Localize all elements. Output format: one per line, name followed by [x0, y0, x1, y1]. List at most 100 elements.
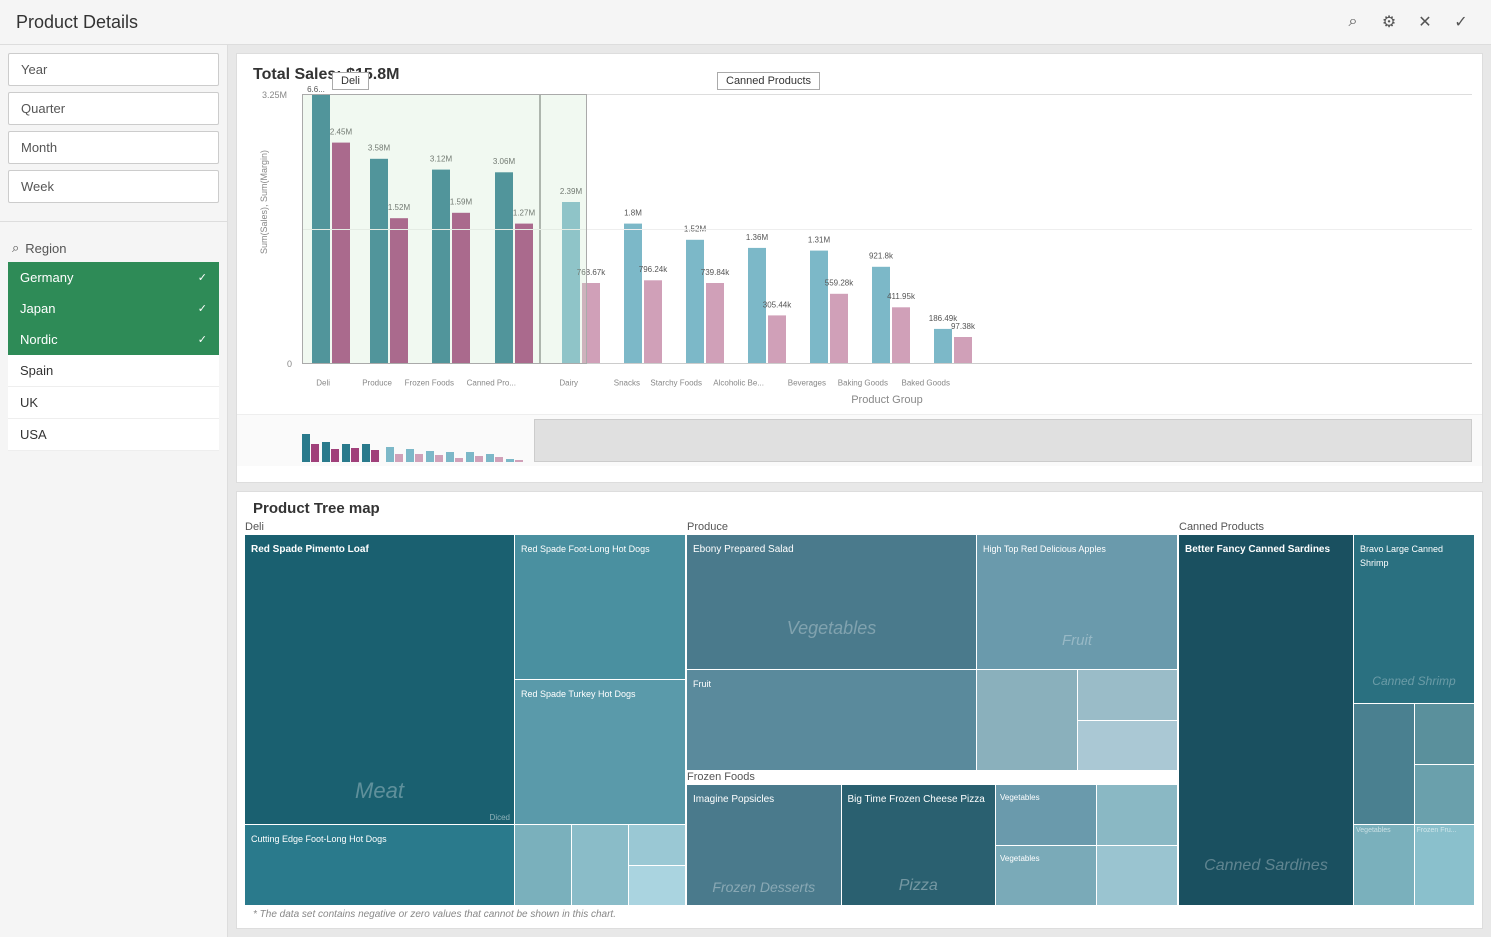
frozen-cell-popsicles[interactable]: Imagine Popsicles Frozen Desserts [687, 785, 841, 905]
mini-group-3 [342, 444, 359, 462]
deli-small-cells [515, 825, 685, 905]
highlight-box-deli [302, 94, 587, 364]
bar-dairy-margin-label: 768.67k [577, 268, 606, 277]
deli-small-2[interactable] [572, 825, 628, 905]
deli-cell-hotdogs2[interactable]: Red Spade Turkey Hot Dogs [515, 680, 685, 824]
deli-left-col: Red Spade Pimento Loaf Meat Diced Cuttin… [245, 535, 514, 905]
canned-cell-sardines[interactable]: Better Fancy Canned Sardines Canned Sard… [1179, 535, 1353, 905]
canned-shrimp-watermark: Canned Shrimp [1372, 674, 1455, 688]
deli-cell-pimento[interactable]: Red Spade Pimento Loaf Meat Diced [245, 535, 514, 824]
produce-content: Ebony Prepared Salad Vegetables Fruit [687, 535, 1177, 905]
checkmark-nordic: ✓ [198, 333, 207, 346]
mini-bar-2s [322, 442, 330, 462]
region-item-uk[interactable]: UK [8, 387, 219, 419]
canned-bottom-1[interactable]: Vegetables [1354, 825, 1414, 905]
produce-cell-salad[interactable]: Ebony Prepared Salad Vegetables [687, 535, 976, 669]
canned-tiny-1[interactable] [1415, 704, 1475, 764]
bar-frozen-margin [452, 213, 470, 364]
bar-produce-sales [370, 159, 388, 364]
x-label-frozen: Frozen Foods [405, 379, 454, 388]
bar-baking-margin-label: 411.95k [887, 292, 916, 301]
region-item-usa[interactable]: USA [8, 419, 219, 451]
bar-baked-sales [934, 329, 952, 364]
bar-beverages-margin-label: 559.28k [825, 279, 854, 288]
mini-group-11 [506, 459, 523, 462]
mini-group-5 [386, 447, 403, 462]
canned-bottom-2[interactable]: Frozen Fru... [1415, 825, 1475, 905]
close-icon[interactable]: ✕ [1411, 8, 1439, 36]
mini-bar-10s [486, 454, 494, 462]
mini-bar-4s [362, 444, 370, 462]
grid-line-top: 3.25M [302, 94, 1472, 95]
canned-content: Better Fancy Canned Sardines Canned Sard… [1179, 535, 1474, 905]
region-item-germany[interactable]: Germany ✓ [8, 262, 219, 293]
frozen-desserts-watermark: Frozen Desserts [712, 879, 815, 895]
mini-bar-2m [331, 449, 339, 462]
frozen-small-2[interactable] [1097, 846, 1177, 906]
bar-snacks-margin [644, 280, 662, 364]
canned-small-1[interactable] [1354, 704, 1414, 824]
bar-snacks-sales [624, 224, 642, 364]
bar-dairy-sales-label: 2.39M [560, 187, 583, 196]
check-icon[interactable]: ✓ [1447, 8, 1475, 36]
produce-small-1[interactable] [977, 670, 1077, 770]
mini-bar-9s [466, 452, 474, 462]
filter-month[interactable]: Month [8, 131, 219, 164]
bar-baking-sales-label: 921.8k [869, 252, 894, 261]
deli-tiny-1[interactable] [629, 825, 685, 865]
bar-deli-margin-label: 2.45M [330, 128, 353, 137]
frozen-small-1[interactable] [1097, 785, 1177, 845]
bar-alcoholic-margin-label: 305.44k [763, 300, 792, 309]
produce-tiny [1078, 670, 1178, 770]
x-label-deli: Deli [316, 379, 330, 388]
filter-quarter[interactable]: Quarter [8, 92, 219, 125]
search-icon[interactable]: ⌕ [1339, 8, 1367, 36]
x-label-dairy: Dairy [559, 379, 578, 388]
region-item-japan[interactable]: Japan ✓ [8, 293, 219, 324]
mini-bar-8s [446, 452, 454, 462]
frozen-veg-1[interactable]: Vegetables [996, 785, 1096, 845]
deli-tiny-2[interactable] [629, 866, 685, 906]
produce-label: Produce [687, 521, 1177, 533]
frozen-veg-2[interactable]: Vegetables [996, 846, 1096, 906]
filter-year[interactable]: Year [8, 53, 219, 86]
main-layout: Year Quarter Month Week ⌕ Region Germany… [0, 45, 1491, 937]
canned-cell-sardines-text: Better Fancy Canned Sardines [1185, 544, 1330, 555]
settings-icon[interactable]: ⚙ [1375, 8, 1403, 36]
canned-tiny-2[interactable] [1415, 765, 1475, 825]
canned-bottom-1-text: Vegetables [1354, 825, 1414, 836]
bar-canned-sales [495, 172, 513, 364]
produce-tiny-2[interactable] [1078, 721, 1178, 771]
produce-fruit-watermark: Fruit [1062, 632, 1092, 649]
frozen-cell-pizza[interactable]: Big Time Frozen Cheese Pizza Pizza [842, 785, 996, 905]
deli-cell-hotdogs1[interactable]: Red Spade Foot-Long Hot Dogs [515, 535, 685, 679]
deli-cell-cutting[interactable]: Cutting Edge Foot-Long Hot Dogs [245, 825, 514, 905]
canned-small-cells [1354, 704, 1474, 824]
bar-canned-margin [515, 224, 533, 364]
treemap-section: Product Tree map Deli Red Spade Pimento … [236, 491, 1483, 929]
region-item-nordic[interactable]: Nordic ✓ [8, 324, 219, 355]
mini-bar-1s [302, 434, 310, 462]
x-label-baked: Baked Goods [902, 379, 950, 388]
canned-cell-shrimp[interactable]: Bravo Large Canned Shrimp Canned Shrimp [1354, 535, 1474, 703]
produce-cell-squash[interactable]: Fruit [687, 670, 976, 770]
produce-tiny-1[interactable] [1078, 670, 1178, 720]
scroll-bar[interactable] [534, 419, 1472, 462]
produce-right: High Top Red Delicious Apples Fruit [977, 535, 1177, 770]
frozen-veg2-text: Vegetables [1000, 854, 1040, 863]
region-item-spain[interactable]: Spain [8, 355, 219, 387]
produce-cell-apples[interactable]: High Top Red Delicious Apples Fruit [977, 535, 1177, 669]
deli-small-1[interactable] [515, 825, 571, 905]
mini-group-8 [446, 452, 463, 462]
content-area: Total Sales: $15.8M Sum(Sales), Sum(Marg… [228, 45, 1491, 937]
chart-section: Total Sales: $15.8M Sum(Sales), Sum(Marg… [236, 53, 1483, 483]
bar-beverages-sales [810, 251, 828, 364]
filter-week[interactable]: Week [8, 170, 219, 203]
canned-right-col: Bravo Large Canned Shrimp Canned Shrimp [1354, 535, 1474, 905]
chart-area: Sum(Sales), Sum(Margin) 3.25M 0 Deli [237, 84, 1482, 414]
bar-snacks-margin-label: 796.24k [639, 265, 668, 274]
x-label-beverages: Beverages [788, 379, 826, 388]
mini-group-2 [322, 442, 339, 462]
bar-starchy-sales [686, 240, 704, 364]
mini-bar-11s [506, 459, 514, 462]
